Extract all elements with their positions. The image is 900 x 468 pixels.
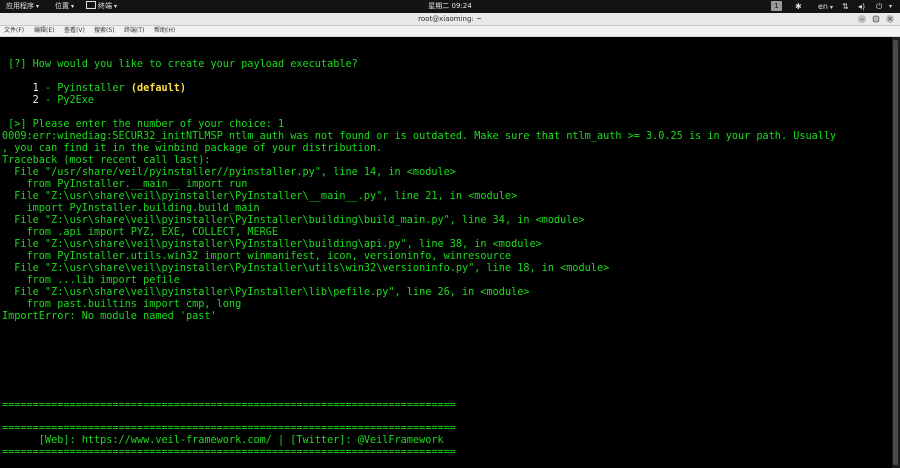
power-icon[interactable]: ⏻: [876, 1, 882, 12]
traceback-line: File "Z:\usr\share\veil\pyinstaller\PyIn…: [2, 191, 518, 202]
footer-links: [Web]: https://www.veil-framework.com/ |…: [2, 435, 444, 446]
option-2-number: 2: [2, 95, 39, 106]
language-label: en: [818, 2, 828, 11]
option-1-number: 1: [2, 83, 39, 94]
option-1: 1 - Pyinstaller (default): [2, 83, 186, 95]
terminal-menubar: 文件(F) 编辑(E) 查看(V) 搜索(S) 终端(T) 帮助(H): [0, 26, 900, 37]
clock[interactable]: 星期二 09:24: [0, 1, 900, 12]
traceback-line: File "Z:\usr\share\veil\pyinstaller\PyIn…: [2, 239, 542, 250]
scrollbar-thumb[interactable]: [893, 40, 898, 465]
close-button[interactable]: ×: [886, 15, 894, 23]
menu-view[interactable]: 查看(V): [64, 27, 85, 35]
traceback-line: import PyInstaller.building.build_main: [2, 203, 260, 214]
prompt-line: [>] Please enter the number of your choi…: [2, 119, 285, 130]
chevron-down-icon[interactable]: ▾: [889, 1, 892, 12]
traceback-line: from PyInstaller.__main__ import run: [2, 179, 248, 190]
window-titlebar[interactable]: root@xiaoming: ~ – □ ×: [0, 13, 900, 26]
error-line: , you can find it in the winbind package…: [2, 143, 383, 154]
traceback-line: from PyInstaller.utils.win32 import winm…: [2, 251, 512, 262]
top-panel: 应用程序 ▾ 位置 ▾ 终端 ▾ 星期二 09:24 1 ✱ en ▾ ⇅ ◂) ⏻ ▾: [0, 0, 900, 13]
accessibility-icon[interactable]: ✱: [795, 1, 802, 12]
traceback-line: from past.builtins import cmp, long: [2, 299, 242, 310]
menu-file[interactable]: 文件(F): [4, 27, 24, 35]
traceback-line: Traceback (most recent call last):: [2, 155, 211, 166]
question-line: [?] How would you like to create your pa…: [2, 59, 358, 70]
terminal-output[interactable]: [?] How would you like to create your pa…: [0, 37, 892, 468]
maximize-button[interactable]: □: [872, 15, 880, 23]
traceback-line: from .api import PYZ, EXE, COLLECT, MERG…: [2, 227, 279, 238]
separator-line: ========================================…: [2, 447, 456, 458]
menu-help[interactable]: 帮助(H): [154, 27, 175, 35]
chevron-down-icon: ▾: [830, 4, 834, 11]
traceback-line: File "Z:\usr\share\veil\pyinstaller\PyIn…: [2, 263, 610, 274]
traceback-line: File "Z:\usr\share\veil\pyinstaller\PyIn…: [2, 215, 585, 226]
menu-terminal[interactable]: 终端(T): [124, 27, 144, 35]
minimize-button[interactable]: –: [858, 15, 866, 23]
workspace-indicator[interactable]: 1: [771, 1, 782, 11]
option-1-text: - Pyinstaller: [38, 83, 131, 94]
menu-edit[interactable]: 编辑(E): [34, 27, 54, 35]
option-2-text: - Py2Exe: [38, 95, 95, 106]
separator-line: ========================================…: [2, 400, 456, 411]
volume-icon[interactable]: ◂): [858, 1, 865, 12]
traceback-line: from ...lib import pefile: [2, 275, 180, 286]
window-title: root@xiaoming: ~: [418, 15, 482, 23]
separator-line: ========================================…: [2, 423, 456, 434]
option-2: 2 - Py2Exe: [2, 95, 94, 107]
menu-search[interactable]: 搜索(S): [94, 27, 115, 35]
network-icon[interactable]: ⇅: [842, 1, 849, 12]
error-line: 0009:err:winediag:SECUR32_initNTLMSP ntl…: [2, 131, 837, 142]
import-error-line: ImportError: No module named 'past': [2, 311, 217, 322]
traceback-line: File "/usr/share/veil/pyinstaller//pyins…: [2, 167, 456, 178]
traceback-line: File "Z:\usr\share\veil\pyinstaller\PyIn…: [2, 287, 530, 298]
option-1-default: (default): [130, 83, 187, 94]
language-selector[interactable]: en ▾: [818, 1, 833, 12]
